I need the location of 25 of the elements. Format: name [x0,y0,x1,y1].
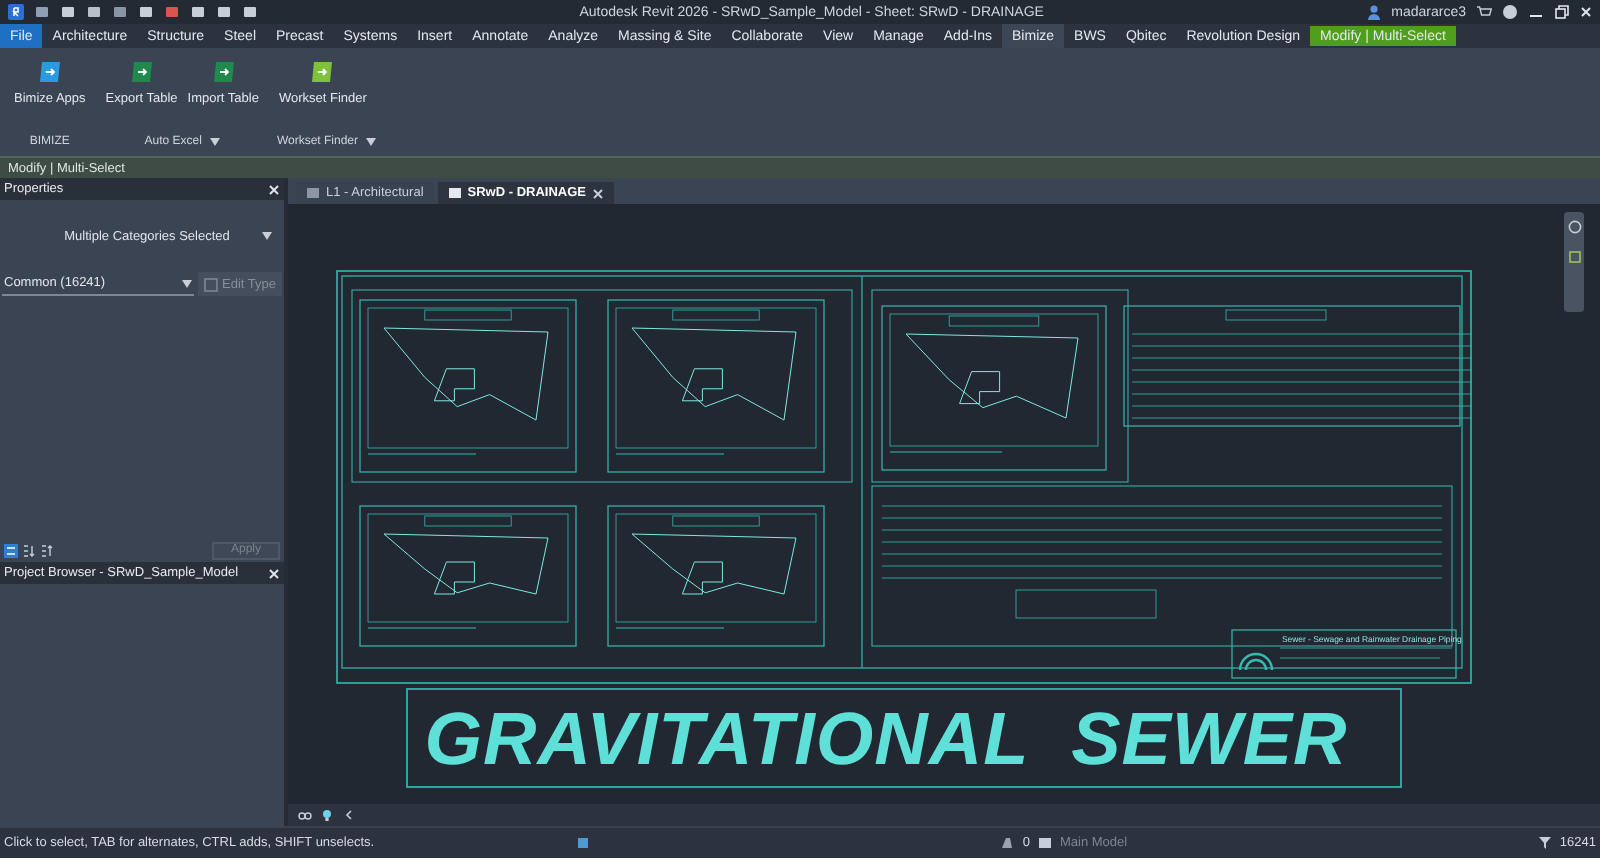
visual-style-icon[interactable] [298,808,312,822]
cart-icon[interactable] [1476,4,1492,20]
close-icon[interactable] [268,183,280,195]
caret-icon [209,138,220,146]
edit-type-icon [204,277,219,291]
caret-icon [182,279,193,287]
caret-icon [366,138,377,146]
filter-icon[interactable] [1537,836,1552,850]
sort-icon[interactable] [22,543,36,557]
lightbulb-icon[interactable] [320,808,334,822]
app-logo-icon[interactable] [8,4,24,20]
close-icon[interactable] [268,567,280,579]
user-icon[interactable] [1365,4,1382,20]
drawing-title: GRAVITATIONAL SEWER [424,697,1348,781]
sort-icon[interactable] [40,543,54,557]
caret-icon [261,232,272,240]
restore-icon[interactable] [1554,4,1570,20]
close-icon[interactable] [592,187,605,199]
chevron-left-icon[interactable] [342,808,356,822]
sheet-icon [306,186,320,200]
zoom-icon[interactable] [1567,250,1581,264]
categorize-icon[interactable] [4,543,18,557]
sheet-icon [447,186,462,200]
close-icon[interactable] [1580,6,1592,18]
steering-wheel-icon[interactable] [1567,220,1581,234]
